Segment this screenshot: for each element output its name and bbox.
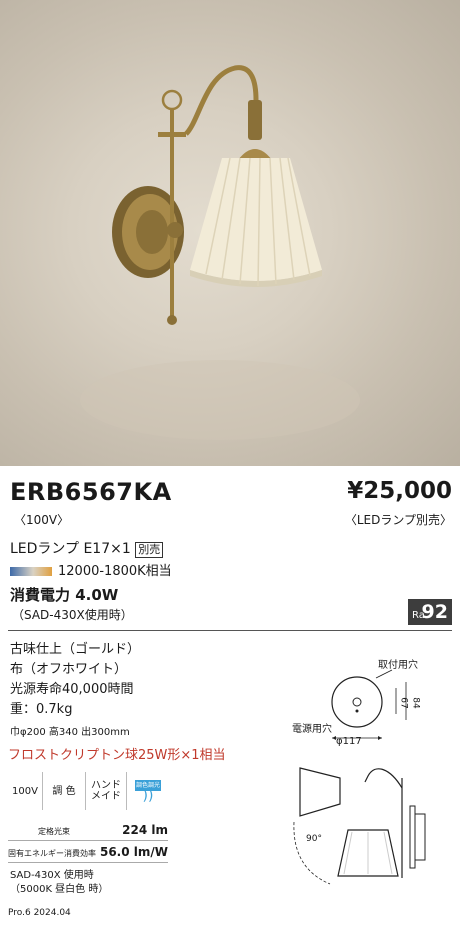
model-number: ERB6567KA: [10, 478, 172, 506]
perf-note-2: （5000K 昼白色 時）: [10, 884, 109, 895]
angle-label: 90°: [306, 834, 322, 844]
finish: 古味仕上（ゴールド）: [10, 642, 141, 657]
perf-note-1: SAD-430X 使用時: [10, 870, 94, 881]
product-photo: [0, 0, 460, 466]
ra-badge: Ra 92: [408, 599, 452, 625]
lamp-type-row: LEDランプ E17×1 別売: [10, 538, 164, 558]
footer-version: Pro.6 2024.04: [8, 908, 71, 918]
handmade-line1: ハンド: [91, 780, 121, 791]
color-temp-row: 12000-1800K相当: [10, 560, 172, 579]
perf-divider: [8, 840, 168, 841]
wireless-icon: )): [142, 788, 154, 804]
dim-84: 84: [410, 697, 421, 709]
lamp-arm: [184, 65, 259, 136]
dimensions: 巾φ200 高340 出300mm: [10, 727, 130, 738]
flux-value: 224 lm: [122, 823, 168, 837]
lamp-rod: [170, 108, 174, 320]
power-consumption: 消費電力 4.0W: [10, 586, 119, 604]
lamp-type: LEDランプ E17×1: [10, 541, 131, 557]
feature-wireless: 調色調光 )): [127, 772, 169, 810]
price-note: 〈LEDランプ別売〉: [344, 513, 452, 527]
sold-separately-badge: 別売: [135, 542, 164, 558]
price: ¥25,000: [347, 478, 452, 504]
equivalent-bulb: フロストクリプトン球25W形×1相当: [8, 748, 226, 763]
ra-value: 92: [421, 601, 448, 623]
efficiency-row: 固有エネルギー消費効率 56.0 lm/W: [8, 845, 168, 859]
flux-label: 定格光束: [38, 827, 70, 836]
feature-handmade: ハンド メイド: [86, 772, 127, 810]
feature-icons: 100V 調 色 ハンド メイド 調色調光 )): [8, 772, 169, 810]
wall-lamp-illustration: [80, 65, 360, 440]
color-temp-gradient: [10, 567, 52, 576]
color-temp: 12000-1800K相当: [58, 564, 172, 579]
feature-dimming: 調 色: [43, 772, 86, 810]
weight: 重：0.7kg: [10, 702, 73, 717]
efficiency-label: 固有エネルギー消費効率: [8, 849, 96, 858]
wall-plate-diagram: [331, 669, 407, 740]
efficiency-value: 56.0 lm/W: [99, 845, 168, 859]
handmade-line2: メイド: [91, 791, 121, 802]
side-view-diagram: [293, 767, 426, 885]
feature-100v: 100V: [8, 772, 43, 810]
shade-material: 布（オフホワイト）: [10, 662, 128, 677]
perf-divider-2: [8, 862, 168, 863]
lamp-shade: [190, 158, 322, 281]
lamp-life: 光源寿命40,000時間: [10, 682, 134, 697]
divider: [8, 630, 452, 631]
voltage-label: 〈100V〉: [14, 513, 70, 527]
flux-row: 定格光束 224 lm: [8, 823, 168, 837]
power-condition: （SAD-430X使用時）: [12, 608, 133, 622]
